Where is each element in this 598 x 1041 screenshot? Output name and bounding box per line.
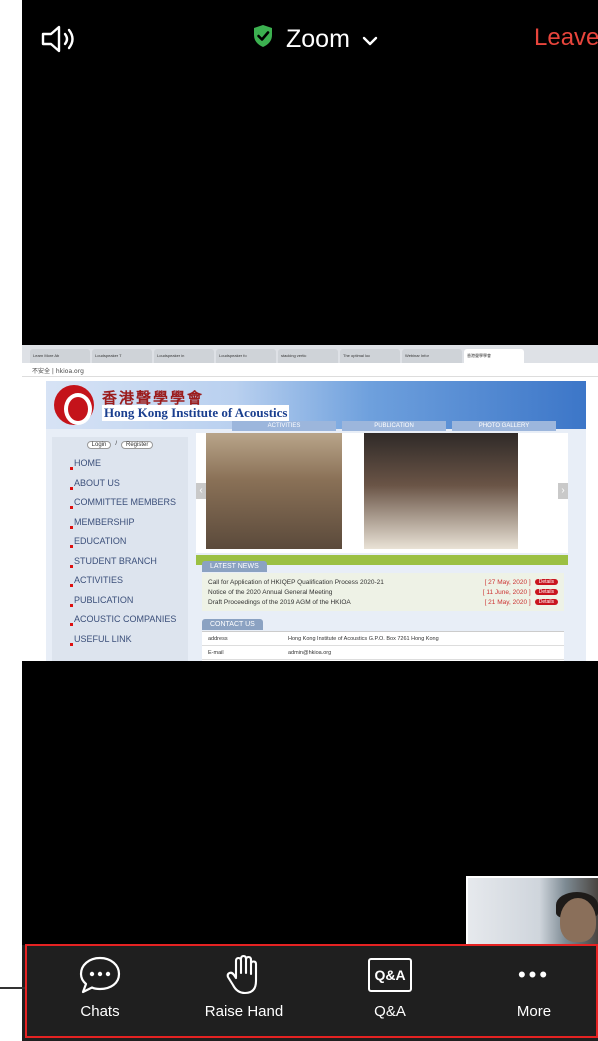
browser-tab: Learn More Ab — [30, 349, 90, 363]
browser-tab: Loudspeaker in — [154, 349, 214, 363]
login-row: Login / Register — [52, 437, 188, 455]
more-dots-icon: ••• — [517, 962, 551, 987]
raised-hand-icon — [222, 953, 266, 997]
site-nav-item: MEMBERSHIP — [52, 514, 188, 534]
contact-row: address Hong Kong Institute of Acoustics… — [202, 632, 564, 646]
zoom-meeting-screen: Zoom Leave Learn More Ab Loudspeaker T L… — [22, 0, 598, 1041]
shared-screen: Learn More Ab Loudspeaker T Loudspeaker … — [22, 345, 598, 661]
browser-tab: Loudspeaker T — [92, 349, 152, 363]
site-nav-item: ABOUT US — [52, 475, 188, 495]
contact-us-label: CONTACT US — [202, 619, 263, 630]
site-login: Login — [86, 441, 112, 449]
browser-tab-strip: Learn More Ab Loudspeaker T Loudspeaker … — [22, 345, 598, 363]
lecture-hall-photo — [206, 433, 342, 549]
site-nav-item: ACOUSTIC COMPANIES — [52, 611, 188, 631]
news-item: Call for Application of HKIQEP Qualifica… — [208, 577, 558, 587]
hkioa-logo — [54, 385, 94, 425]
more-button[interactable]: ••• More — [474, 945, 594, 1041]
annotation-pointer-line — [0, 987, 25, 989]
site-nav-item: EDUCATION — [52, 533, 188, 553]
meeting-toolbar: Chats Raise Hand Q&A Q&A ••• More — [22, 945, 598, 1041]
qa-label: Q&A — [374, 1003, 406, 1020]
chevron-left-icon: ‹ — [196, 483, 206, 499]
meeting-title: Zoom — [286, 24, 350, 53]
site-top-nav-item: PUBLICATION — [342, 421, 446, 431]
raise-hand-button[interactable]: Raise Hand — [184, 945, 304, 1041]
site-title-english: Hong Kong Institute of Acoustics — [102, 405, 290, 421]
dinner-group-photo — [364, 433, 518, 549]
leave-button[interactable]: Leave — [534, 24, 598, 52]
site-nav-item: STUDENT BRANCH — [52, 553, 188, 573]
chats-button[interactable]: Chats — [40, 945, 160, 1041]
site-nav-item: USEFUL LINK — [52, 631, 188, 651]
shared-website: 香港聲學學會 Hong Kong Institute of Acoustics … — [46, 381, 586, 661]
chat-bubble-icon — [78, 953, 122, 997]
address-bar: 不安全 | hkioa.org — [22, 363, 598, 377]
site-left-nav: Login / Register HOME ABOUT US COMMITTEE… — [52, 437, 188, 661]
site-nav-item: HOME — [52, 455, 188, 475]
news-item: Notice of the 2020 Annual General Meetin… — [208, 587, 558, 597]
qa-icon: Q&A — [368, 953, 412, 997]
meeting-title-dropdown[interactable]: Zoom — [252, 22, 378, 56]
contact-row: E-mail admin@hkioa.org — [202, 646, 564, 660]
browser-tab: The optimal loc — [340, 349, 400, 363]
contact-table: address Hong Kong Institute of Acoustics… — [202, 631, 564, 661]
news-item: Draft Proceedings of the 2019 AGM of the… — [208, 597, 558, 607]
participant-face — [560, 898, 596, 942]
latest-news-label: LATEST NEWS — [202, 561, 267, 572]
site-register: Register — [121, 441, 154, 449]
chevron-down-icon — [362, 25, 378, 54]
site-nav-item: PUBLICATION — [52, 592, 188, 612]
site-top-nav-item: PHOTO GALLERY — [452, 421, 556, 431]
site-banner: 香港聲學學會 Hong Kong Institute of Acoustics … — [46, 381, 586, 431]
news-list: Call for Application of HKIQEP Qualifica… — [202, 573, 564, 611]
site-top-nav-item: ACTIVITIES — [232, 421, 336, 431]
site-nav-item: COMMITTEE MEMBERS — [52, 494, 188, 514]
chats-label: Chats — [80, 1003, 120, 1020]
speaker-icon[interactable] — [40, 24, 80, 54]
browser-tab: Loudspeaker fo — [216, 349, 276, 363]
browser-tab-active: 香港聲學學會 — [464, 349, 524, 363]
shield-check-icon — [252, 24, 274, 55]
site-nav-item: ACTIVITIES — [52, 572, 188, 592]
browser-tab: Webinar Infor — [402, 349, 462, 363]
raise-hand-label: Raise Hand — [204, 1003, 284, 1020]
qa-button[interactable]: Q&A Q&A — [330, 945, 450, 1041]
self-video-thumbnail[interactable] — [466, 876, 598, 952]
photo-slideshow: ‹ › — [196, 433, 568, 553]
more-label: More — [516, 1003, 552, 1020]
top-bar: Zoom Leave — [22, 0, 598, 72]
site-top-nav: ACTIVITIES PUBLICATION PHOTO GALLERY — [232, 421, 556, 431]
browser-tab: stacking vertic — [278, 349, 338, 363]
chevron-right-icon: › — [558, 483, 568, 499]
